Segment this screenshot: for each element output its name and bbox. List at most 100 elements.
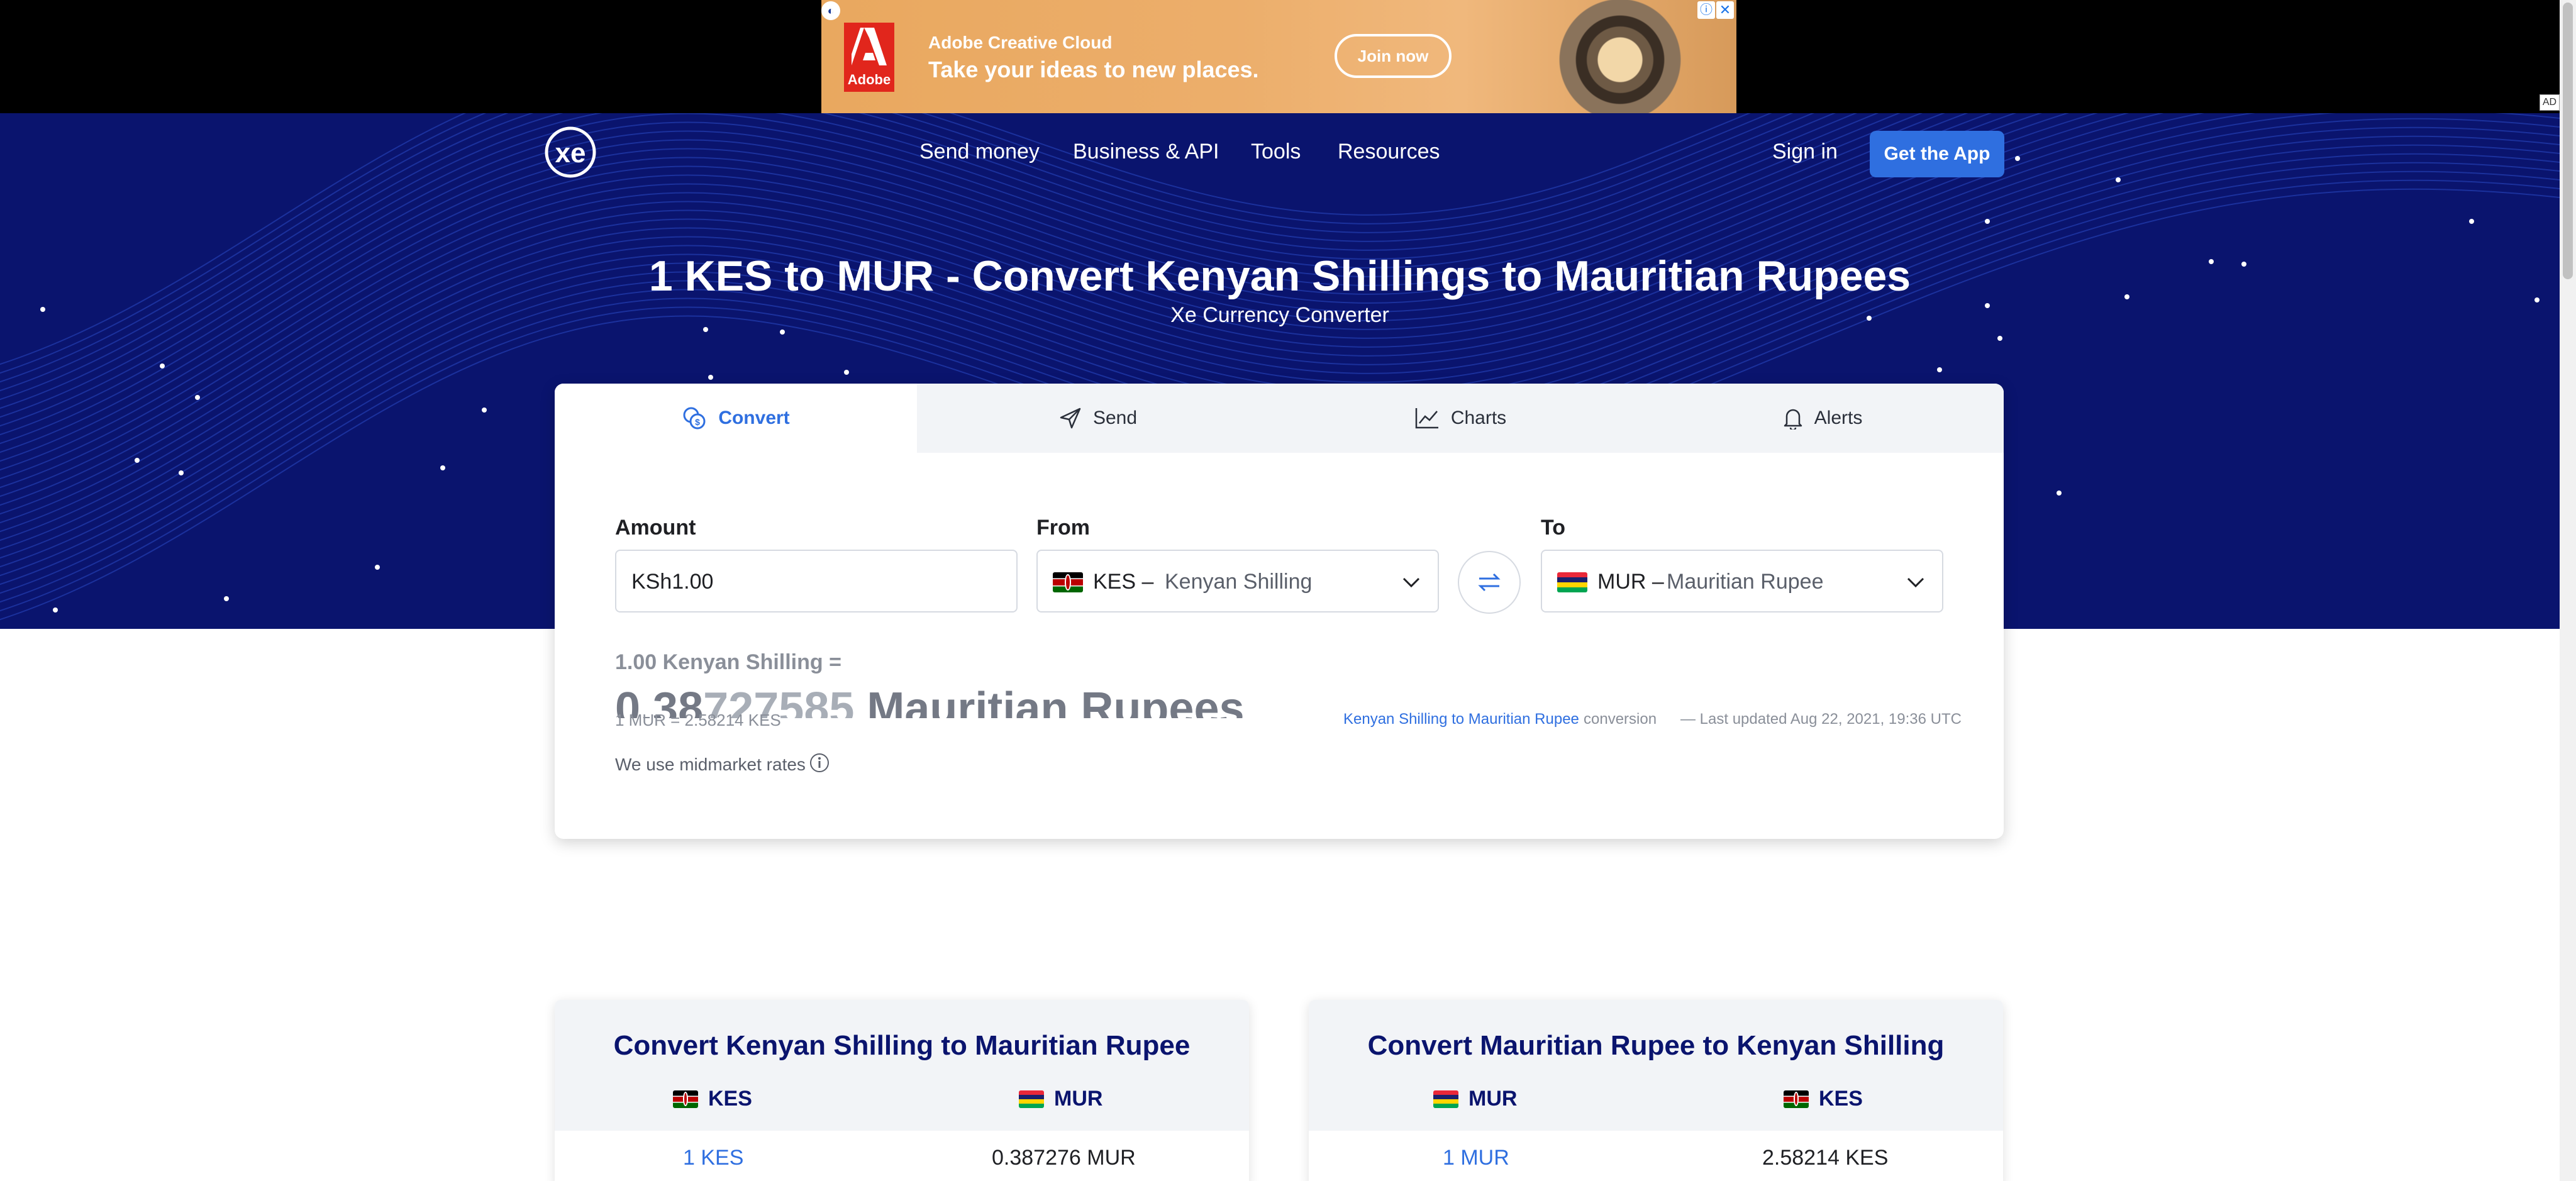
hero-sparkle [2057,491,2062,496]
hero-sparkle [224,596,229,601]
tab-label: Convert [718,408,790,428]
page-title: 1 KES to MUR - Convert Kenyan Shillings … [648,252,1911,300]
tab-send[interactable]: Send [917,384,1279,453]
convert-icon: $ [683,407,706,430]
ad-banner[interactable]: Adobe Adobe Creative Cloud Take your ide… [821,0,1736,113]
table-row-value: 2.58214 KES [1762,1146,1889,1170]
swap-currencies-button[interactable] [1458,551,1521,614]
column-header-mur: MUR [1019,1087,1102,1111]
from-currency-name: Kenyan Shilling [1165,570,1313,594]
column-header-kes: KES [673,1087,752,1111]
from-label: From [1036,516,1090,540]
midmarket-note: We use midmarket rates [615,755,806,774]
page-subtitle: Xe Currency Converter [1170,303,1389,327]
hero-sparkle [53,607,58,613]
hero-sparkle [703,327,708,332]
svg-text:$: $ [695,417,700,427]
page-scrollbar[interactable] [2560,0,2576,1181]
hero-sparkle [844,370,849,375]
xe-logo[interactable]: xe [538,126,603,179]
conversion-link[interactable]: Kenyan Shilling to Mauritian Rupee [1343,711,1579,728]
amount-value: KSh1.00 [631,570,714,594]
hero-sparkle [482,408,487,413]
converter-tabs: $ Convert Send Charts Alerts [555,384,2004,453]
to-currency-code: MUR – [1597,570,1664,594]
tab-charts[interactable]: Charts [1279,384,1641,453]
hero-sparkle [179,470,184,475]
ad-bar: Adobe Adobe Creative Cloud Take your ide… [0,0,2560,113]
ad-headline: Adobe Creative Cloud [928,33,1113,52]
chevron-down-icon [1402,577,1420,588]
from-currency-select[interactable]: KES – Kenyan Shilling [1036,550,1439,613]
table-header: Convert Kenyan Shilling to Mauritian Rup… [555,1000,1249,1131]
ad-choices-icon[interactable]: ◐ [821,1,840,20]
hero-sparkle [780,330,785,335]
ad-close-icon[interactable]: ✕ [1716,1,1734,19]
table-title: Convert Mauritian Rupee to Kenyan Shilli… [1367,1030,1945,1061]
hero-sparkle [2015,156,2020,161]
conversion-link-suffix: conversion [1584,711,1657,728]
hero-sparkle [2469,219,2474,224]
sign-in-link[interactable]: Sign in [1772,140,1838,164]
nav-resources[interactable]: Resources [1338,140,1440,164]
result-inverse-rate: 1 MUR = 2.58214 KES [615,711,781,729]
to-currency-name: Mauritian Rupee [1667,570,1824,594]
column-header-mur: MUR [1433,1087,1517,1111]
svg-text:xe: xe [555,138,586,169]
nav-business-api[interactable]: Business & API [1073,140,1219,164]
info-icon[interactable] [809,752,830,773]
nav-tools[interactable]: Tools [1251,140,1301,164]
tab-label: Charts [1450,408,1507,428]
ad-artwork [1538,0,1702,113]
to-label: To [1541,516,1566,540]
scrollbar-thumb[interactable] [2563,3,2573,279]
hero-sparkle [708,375,713,380]
chevron-down-icon [1907,577,1924,588]
swap-icon [1478,573,1501,592]
amount-input[interactable]: KSh1.00 [615,550,1018,613]
get-app-button[interactable]: Get the App [1870,131,2004,177]
chart-icon [1415,408,1438,429]
hero-sparkle [135,458,140,463]
hero-sparkle [375,565,380,570]
amount-label: Amount [615,516,696,540]
tab-convert[interactable]: $ Convert [555,384,917,453]
kenya-flag-icon [673,1090,698,1108]
table-row-amount-link[interactable]: 1 KES [683,1146,743,1170]
ad-tagline: Take your ideas to new places. [928,57,1259,82]
hero-sparkle [2116,177,2121,182]
tab-label: Alerts [1814,408,1863,428]
kes-to-mur-table: Convert Kenyan Shilling to Mauritian Rup… [555,1000,1249,1181]
hero-sparkle [160,363,165,369]
result-from-amount: 1.00 Kenyan Shilling = [615,650,841,674]
tab-alerts[interactable]: Alerts [1641,384,2004,453]
from-currency-code: KES – [1093,570,1154,594]
hero-sparkle [1997,336,2002,341]
hero-sparkle [1985,219,1990,224]
last-updated: — Last updated Aug 22, 2021, 19:36 UTC [1680,711,1962,728]
adobe-logo: Adobe [844,23,894,92]
send-icon [1060,408,1081,429]
table-header: Convert Mauritian Rupee to Kenyan Shilli… [1309,1000,2003,1131]
table-row-value: 0.387276 MUR [992,1146,1136,1170]
ad-info-icon[interactable]: ⓘ [1697,1,1715,19]
hero-sparkle [1937,367,1942,372]
tab-label: Send [1092,408,1138,428]
hero-sparkle [195,395,200,400]
column-header-kes: KES [1784,1087,1863,1111]
mauritius-flag-icon [1433,1090,1458,1108]
table-title: Convert Kenyan Shilling to Mauritian Rup… [613,1030,1191,1061]
hero-sparkle [440,465,445,470]
converter-card: $ Convert Send Charts Alerts Amount KSh1… [555,384,2004,839]
nav-send-money[interactable]: Send money [919,140,1040,164]
to-currency-select[interactable]: MUR – Mauritian Rupee [1541,550,1943,613]
mauritius-flag-icon [1557,572,1587,592]
ad-label: AD [2540,94,2560,111]
kenya-flag-icon [1053,572,1083,592]
bell-icon [1784,409,1802,430]
mauritius-flag-icon [1019,1090,1044,1108]
ad-join-button[interactable]: Join now [1335,34,1452,78]
mur-to-kes-table: Convert Mauritian Rupee to Kenyan Shilli… [1309,1000,2003,1181]
kenya-flag-icon [1784,1090,1809,1108]
table-row-amount-link[interactable]: 1 MUR [1443,1146,1509,1170]
